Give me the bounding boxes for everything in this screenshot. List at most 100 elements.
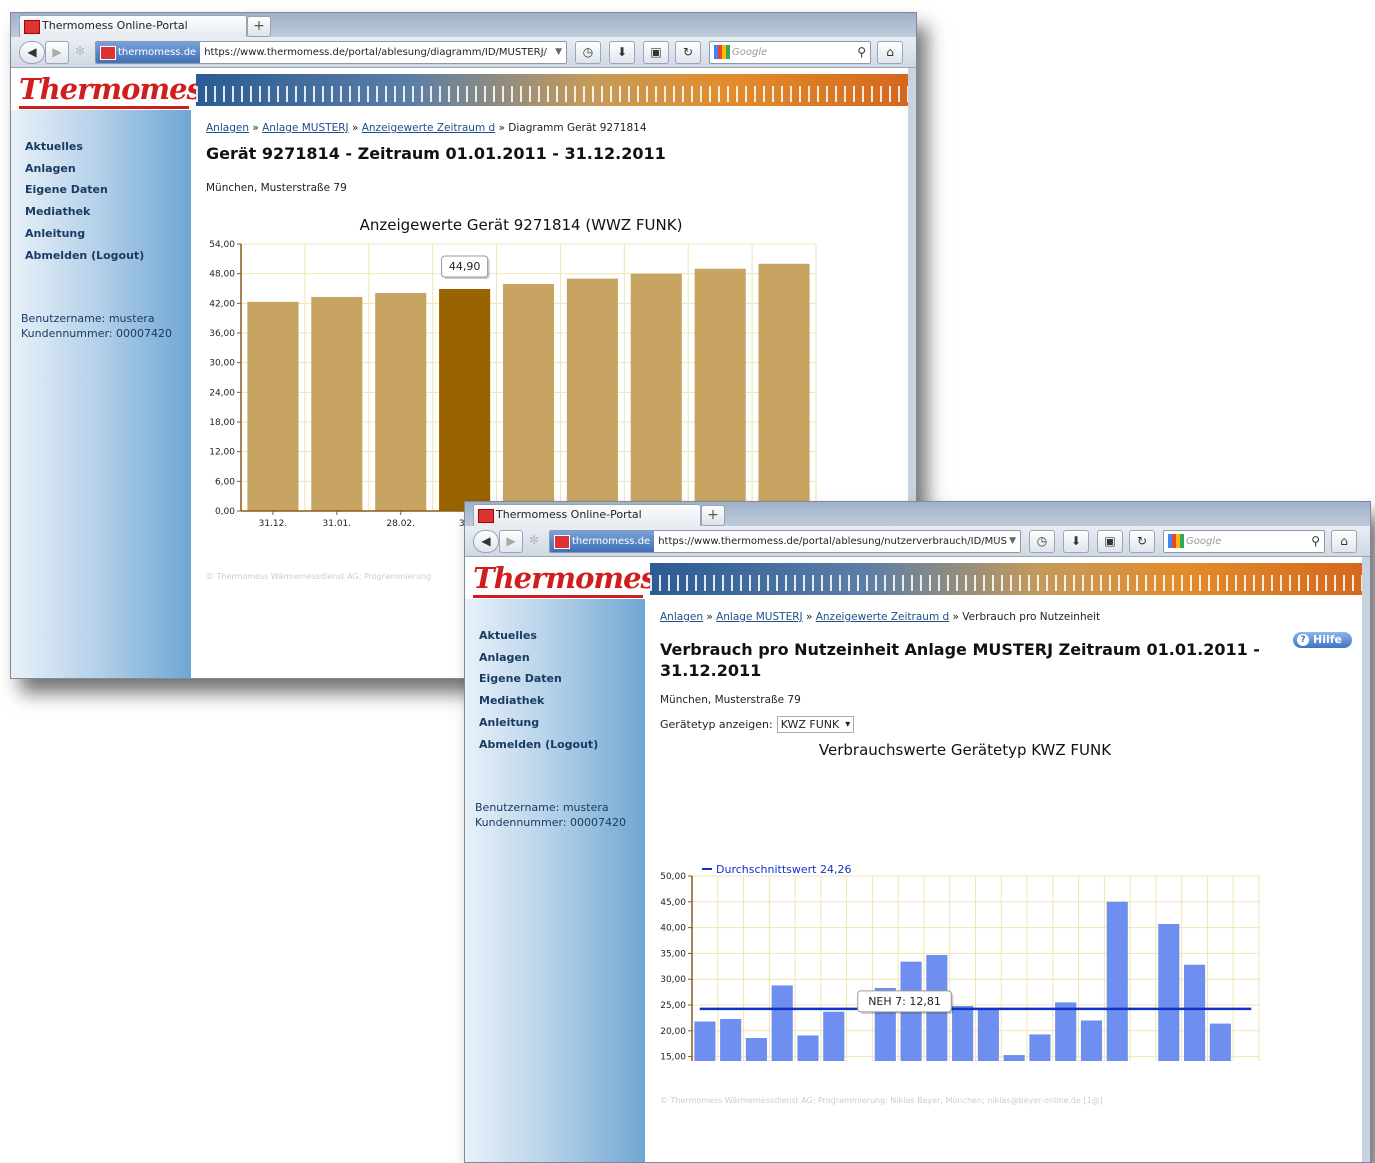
history-button[interactable]: ◷ [1029,530,1055,553]
favicon-icon [24,20,40,34]
y-tick-label: 54,00 [209,240,235,250]
back-button[interactable]: ◀ [473,530,499,553]
reload-button[interactable]: ↻ [675,41,701,64]
y-tick-label: 42,00 [209,299,235,309]
breadcrumb-link-zeitraum[interactable]: Anzeigewerte Zeitraum d [816,611,949,623]
thermomess-logo[interactable]: Thermomess [473,561,672,598]
page-title: Gerät 9271814 - Zeitraum 01.01.2011 - 31… [206,144,666,163]
tab-bar: Thermomess Online-Portal + [465,502,1370,526]
home-button[interactable]: ⌂ [1331,530,1357,553]
breadcrumb-link-anlagen[interactable]: Anlagen [206,122,249,134]
header-banner [650,563,1362,595]
bar [694,268,746,511]
bar [1209,1023,1231,1061]
sidebar-item-logout[interactable]: Abmelden (Logout) [25,245,144,267]
search-placeholder: Google [1186,536,1222,547]
y-tick-label: 24,00 [209,388,235,398]
favicon-icon [478,509,494,523]
breadcrumb-link-zeitraum[interactable]: Anzeigewerte Zeitraum d [362,122,495,134]
sidebar-item-anleitung[interactable]: Anleitung [25,223,144,245]
sidebar-item-eigene-daten[interactable]: Eigene Daten [479,668,598,690]
bar [247,301,299,511]
bookmark-star-icon[interactable]: ☆ [536,42,548,63]
y-tick-label: 48,00 [209,270,235,280]
browser-tab[interactable]: Thermomess Online-Portal [473,504,701,526]
gear-icon: ✻ [528,533,540,547]
help-button[interactable]: ? Hilfe [1293,632,1352,648]
footer-text: © Thermomess Wärmemessdienst AG; Program… [206,572,432,581]
search-box[interactable]: Google ⚲ [709,41,871,64]
y-tick-label: 35,00 [660,949,686,959]
thermomess-logo[interactable]: Thermomess [19,72,218,109]
bar [630,273,682,511]
username-text: Benutzername: mustera [475,801,609,814]
reload-stop-button[interactable]: ✻ [523,530,545,551]
sidebar-item-mediathek[interactable]: Mediathek [25,201,144,223]
reload-stop-button[interactable]: ✻ [69,41,91,62]
sidebar-item-anlagen[interactable]: Anlagen [25,158,144,180]
sidebar-item-eigene-daten[interactable]: Eigene Daten [25,179,144,201]
search-icon[interactable]: ⚲ [1311,531,1320,552]
navigation-toolbar: ◀ ▶ ✻ thermomess.de https://www.thermomes… [11,37,916,68]
sidebar-item-anlagen[interactable]: Anlagen [479,647,598,669]
bar [720,1018,742,1061]
reload-button[interactable]: ↻ [1129,530,1155,553]
new-tab-button[interactable]: + [247,16,271,37]
bar-chart-anzeigewerte: 0,00 6,00 12,00 18,00 24,00 30,00 36,00 42,00 48… [209,240,817,529]
favicon-icon [554,535,570,549]
search-box[interactable]: Google ⚲ [1163,530,1325,553]
download-button[interactable]: ⬇ [1063,530,1089,553]
home-button[interactable]: ⌂ [877,41,903,64]
sidebar-item-anleitung[interactable]: Anleitung [479,712,598,734]
url-bar[interactable]: thermomess.de https://www.thermomess.de/p… [95,41,567,64]
sidebar: Aktuelles Anlagen Eigene Daten Mediathek… [465,599,645,1162]
history-button[interactable]: ◷ [575,41,601,64]
browser-window-verbrauch: Thermomess Online-Portal + ◀ ▶ ✻ thermom… [464,501,1371,1163]
bar [502,284,555,511]
bar [745,1038,767,1061]
site-identity-button[interactable]: thermomess.de [96,42,201,63]
customer-number-text: Kundennummer: 00007420 [475,816,626,829]
window-icon: ▣ [1104,534,1116,548]
bar [952,1006,974,1061]
url-bar[interactable]: thermomess.de https://www.thermomess.de/p… [549,530,1021,553]
geraetetyp-select[interactable]: KWZ FUNK [776,716,855,733]
breadcrumb-link-anlagen[interactable]: Anlagen [660,611,703,623]
y-tick-label: 30,00 [209,359,235,369]
sidebar-menu: Aktuelles Anlagen Eigene Daten Mediathek… [25,136,144,266]
breadcrumb-current: Diagramm Gerät 9271814 [508,122,647,134]
sidebar: Aktuelles Anlagen Eigene Daten Mediathek… [11,110,191,678]
sidebar-item-aktuelles[interactable]: Aktuelles [25,136,144,158]
bar [771,985,793,1061]
breadcrumb-link-anlage[interactable]: Anlage MUSTERJ [716,611,803,623]
download-button[interactable]: ⬇ [609,41,635,64]
forward-button[interactable]: ▶ [45,41,69,64]
window-edge [1362,557,1370,1162]
y-tick-label: 25,00 [660,1001,686,1011]
bar [694,1021,716,1061]
sidebar-item-aktuelles[interactable]: Aktuelles [479,625,598,647]
tab-groups-button[interactable]: ▣ [1097,530,1123,553]
browser-tab[interactable]: Thermomess Online-Portal [19,15,247,37]
site-identity-button[interactable]: thermomess.de [550,531,655,552]
back-button[interactable]: ◀ [19,41,45,64]
navigation-toolbar: ◀ ▶ ✻ thermomess.de https://www.thermomes… [465,526,1370,557]
forward-button[interactable]: ▶ [499,530,523,553]
main-content: Anlagen » Anlage MUSTERJ » Anzeigewerte … [645,599,1362,1162]
tab-groups-button[interactable]: ▣ [643,41,669,64]
new-tab-button[interactable]: + [701,505,725,526]
clock-icon: ◷ [582,45,594,59]
sidebar-item-mediathek[interactable]: Mediathek [479,690,598,712]
sidebar-item-logout[interactable]: Abmelden (Logout) [479,734,598,756]
bookmark-star-icon[interactable]: ☆ [990,531,1002,552]
search-icon[interactable]: ⚲ [857,42,866,63]
chevron-down-icon[interactable]: ▼ [1009,531,1016,552]
legend-label-average: Durchschnittswert 24,26 [716,863,851,876]
address-text: München, Musterstraße 79 [206,182,347,194]
address-text: München, Musterstraße 79 [660,694,801,706]
chevron-down-icon[interactable]: ▼ [555,42,562,63]
help-label: Hilfe [1313,633,1342,646]
y-tick-label: 50,00 [660,872,686,882]
breadcrumb-link-anlage[interactable]: Anlage MUSTERJ [262,122,349,134]
page-title-line1: Verbrauch pro Nutzeinheit Anlage MUSTERJ… [660,640,1260,659]
